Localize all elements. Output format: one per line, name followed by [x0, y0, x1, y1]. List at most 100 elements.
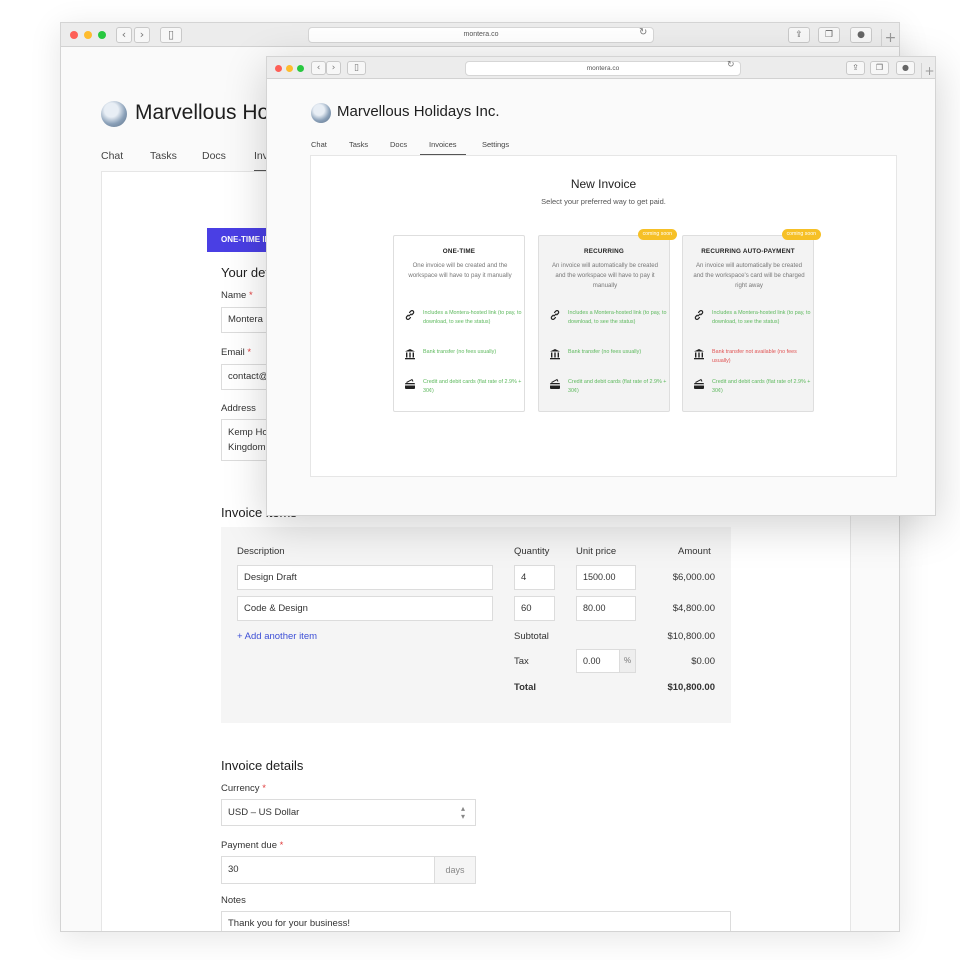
extension-icon[interactable]: ●: [850, 27, 872, 43]
coming-soon-badge: coming soon: [637, 229, 677, 240]
item-unit-price-input[interactable]: 80.00: [576, 596, 636, 621]
currency-label: Currency *: [221, 783, 266, 794]
bank-icon: [550, 349, 560, 360]
share-icon[interactable]: ⇪: [788, 27, 810, 43]
tab-docs[interactable]: Docs: [390, 140, 407, 149]
item-quantity-input[interactable]: 60: [514, 596, 555, 621]
card-description: One invoice will be created and the work…: [408, 262, 512, 280]
notes-textarea[interactable]: Thank you for your business!: [221, 911, 731, 931]
page-content: Marvellous Holidays Inc. Chat Tasks Docs…: [267, 79, 935, 515]
card-title: RECURRING: [584, 248, 624, 255]
share-icon[interactable]: ⇪: [846, 61, 865, 75]
item-unit-price-input[interactable]: 1500.00: [576, 565, 636, 590]
address-label: Address: [221, 403, 256, 414]
forward-arrow-icon[interactable]: ›: [134, 27, 150, 43]
item-amount: $4,800.00: [672, 603, 715, 614]
tab-chat[interactable]: Chat: [311, 140, 327, 149]
tab-chat[interactable]: Chat: [101, 150, 123, 162]
card-title: ONE-TIME: [442, 248, 476, 255]
item-description-input[interactable]: Design Draft: [237, 565, 493, 590]
bank-icon: [694, 349, 704, 360]
minimize-window-button[interactable]: [286, 65, 293, 72]
payment-due-input[interactable]: 30: [221, 856, 435, 884]
column-header-unit-price: Unit price: [576, 546, 617, 557]
browser-toolbar: ‹ › ▯ montera.co ↻ ⇪ ❐ ● +: [61, 23, 899, 47]
notes-label: Notes: [221, 895, 246, 906]
coming-soon-badge: coming soon: [781, 229, 821, 240]
card-icon: [405, 378, 415, 389]
feature-bank-transfer: Bank transfer not available (no fees usu…: [693, 348, 809, 378]
address-bar[interactable]: montera.co: [308, 27, 654, 43]
reload-icon[interactable]: ↻: [639, 27, 647, 38]
tax-label: Tax: [514, 656, 529, 667]
feature-hosted-link: Includes a Montera-hosted link (to pay, …: [693, 309, 810, 339]
link-icon: [694, 310, 704, 320]
link-icon: [550, 310, 560, 320]
card-description: An invoice will automatically be created…: [693, 262, 805, 290]
tabs-overview-icon[interactable]: ❐: [870, 61, 889, 75]
select-arrows-icon: ▴ ▾: [461, 804, 466, 821]
tab-docs[interactable]: Docs: [202, 150, 226, 162]
reload-icon[interactable]: ↻: [727, 60, 735, 70]
feature-hosted-link: Includes a Montera-hosted link (to pay, …: [404, 309, 521, 339]
feature-cards: Credit and debit cards (flat rate of 2.9…: [549, 378, 666, 408]
new-invoice-heading: New Invoice: [570, 177, 637, 191]
avatar: [311, 103, 331, 123]
extension-icon[interactable]: ●: [896, 61, 915, 75]
tax-value: $0.00: [691, 656, 715, 667]
add-item-link[interactable]: + Add another item: [237, 631, 317, 642]
tab-invoices[interactable]: Invoices: [420, 140, 466, 155]
payment-due-label: Payment due *: [221, 840, 284, 851]
forward-arrow-icon[interactable]: ›: [326, 61, 341, 75]
one-time-option-card[interactable]: ONE-TIME One invoice will be created and…: [393, 235, 525, 412]
column-header-quantity: Quantity: [514, 546, 550, 557]
total-value: $10,800.00: [667, 682, 715, 693]
feature-bank-transfer: Bank transfer (no fees usually): [549, 348, 665, 378]
feature-cards: Credit and debit cards (flat rate of 2.9…: [693, 378, 810, 408]
tab-tasks[interactable]: Tasks: [150, 150, 177, 162]
recurring-auto-payment-option-card[interactable]: coming soon RECURRING AUTO-PAYMENT An in…: [682, 229, 821, 412]
item-amount: $6,000.00: [672, 572, 715, 583]
total-label: Total: [514, 682, 536, 693]
back-arrow-icon[interactable]: ‹: [116, 27, 132, 43]
card-description: An invoice will automatically be created…: [551, 262, 659, 290]
address-bar[interactable]: montera.co: [465, 61, 741, 76]
new-tab-icon[interactable]: +: [921, 63, 935, 79]
card-icon: [694, 378, 704, 389]
sidebar-icon[interactable]: ▯: [347, 61, 366, 75]
percent-suffix: %: [619, 649, 636, 673]
days-suffix: days: [434, 856, 476, 884]
invoice-type-badge: ONE-TIME INVOICE: [207, 228, 271, 252]
feature-cards: Credit and debit cards (flat rate of 2.9…: [404, 378, 521, 408]
name-label: Name *: [221, 290, 253, 301]
feature-hosted-link: Includes a Montera-hosted link (to pay, …: [549, 309, 666, 339]
tabs-overview-icon[interactable]: ❐: [818, 27, 840, 43]
email-label: Email *: [221, 347, 252, 358]
sidebar-icon[interactable]: ▯: [160, 27, 182, 43]
avatar: [101, 101, 127, 127]
recurring-option-card[interactable]: coming soon RECURRING An invoice will au…: [538, 229, 677, 412]
tab-tasks[interactable]: Tasks: [349, 140, 368, 149]
item-description-input[interactable]: Code & Design: [237, 596, 493, 621]
invoice-details-heading: Invoice details: [221, 758, 304, 773]
feature-bank-transfer: Bank transfer (no fees usually): [404, 348, 520, 378]
bank-icon: [405, 349, 415, 360]
browser-window-front: ‹ › ▯ montera.co ↻ ⇪ ❐ ● + Marvellous Ho…: [266, 56, 936, 516]
zoom-window-button[interactable]: [98, 31, 106, 39]
column-header-amount: Amount: [678, 546, 711, 557]
minimize-window-button[interactable]: [84, 31, 92, 39]
new-tab-icon[interactable]: +: [881, 29, 899, 47]
back-arrow-icon[interactable]: ‹: [311, 61, 326, 75]
subtotal-value: $10,800.00: [667, 631, 715, 642]
close-window-button[interactable]: [275, 65, 282, 72]
subtotal-label: Subtotal: [514, 631, 549, 642]
card-icon: [550, 378, 560, 389]
card-title: RECURRING AUTO-PAYMENT: [701, 248, 795, 255]
item-quantity-input[interactable]: 4: [514, 565, 555, 590]
tab-settings[interactable]: Settings: [482, 140, 509, 149]
currency-select[interactable]: USD – US Dollar: [221, 799, 476, 826]
new-invoice-subheading: Select your preferred way to get paid.: [541, 197, 666, 206]
tax-rate-input[interactable]: 0.00: [576, 649, 620, 673]
zoom-window-button[interactable]: [297, 65, 304, 72]
close-window-button[interactable]: [70, 31, 78, 39]
